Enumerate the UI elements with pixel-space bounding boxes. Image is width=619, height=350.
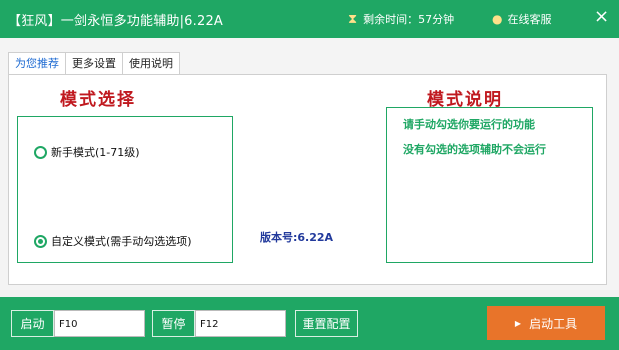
window-title: 【狂风】一剑永恒多功能辅助|6.22A	[8, 14, 224, 29]
close-icon[interactable]: ×	[594, 8, 609, 26]
radio-selected-icon	[34, 234, 47, 248]
main-area: 为您推荐 更多设置 使用说明 模式选择 模式说明 新手模式(1-71级) 自定义…	[0, 38, 619, 290]
chat-icon: ●	[492, 12, 503, 26]
radio-beginner-mode[interactable]: 新手模式(1-71级)	[34, 144, 140, 160]
tab-recommend[interactable]: 为您推荐	[8, 52, 66, 75]
desc-line-1: 请手动勾选你要运行的功能	[403, 118, 535, 131]
mode-select-box: 新手模式(1-71级) 自定义模式(需手动勾选选项)	[17, 116, 233, 263]
radio-custom-mode[interactable]: 自定义模式(需手动勾选选项)	[34, 233, 192, 249]
remaining-time-text: 剩余时间：57分钟	[363, 13, 455, 26]
start-hotkey-label: 启动	[11, 310, 54, 337]
pause-hotkey-input[interactable]: F12	[195, 310, 286, 337]
tab-panel: 模式选择 模式说明 新手模式(1-71级) 自定义模式(需手动勾选选项) 版本号…	[8, 74, 607, 285]
radio-custom-label: 自定义模式(需手动勾选选项)	[51, 235, 192, 248]
tab-instructions[interactable]: 使用说明	[122, 52, 180, 74]
online-service-label: 在线客服	[507, 13, 552, 26]
remaining-time: ⧗ 剩余时间：57分钟	[348, 11, 454, 27]
online-service-link[interactable]: ● 在线客服	[492, 11, 551, 27]
mode-select-title: 模式选择	[60, 90, 136, 110]
pause-hotkey-label: 暂停	[152, 310, 195, 337]
launch-tool-button[interactable]: ▶ 启动工具	[487, 306, 605, 340]
desc-line-2: 没有勾选的选项辅助不会运行	[403, 143, 546, 156]
mode-desc-box: 请手动勾选你要运行的功能 没有勾选的选项辅助不会运行	[386, 107, 593, 263]
hourglass-icon: ⧗	[348, 11, 358, 27]
tab-bar: 为您推荐 更多设置 使用说明	[8, 52, 180, 75]
launch-tool-label: 启动工具	[529, 316, 578, 331]
title-bar: 【狂风】一剑永恒多功能辅助|6.22A ⧗ 剩余时间：57分钟 ● 在线客服 ×	[0, 0, 619, 38]
tab-more-settings[interactable]: 更多设置	[65, 52, 123, 74]
bottom-bar: 启动 F10 暂停 F12 重置配置 ▶ 启动工具	[0, 297, 619, 350]
play-arrow-icon: ▶	[514, 318, 522, 328]
start-hotkey-input[interactable]: F10	[54, 310, 145, 337]
version-label: 版本号:6.22A	[260, 231, 334, 244]
radio-icon	[34, 145, 47, 159]
reset-config-button[interactable]: 重置配置	[295, 310, 358, 337]
radio-beginner-label: 新手模式(1-71级)	[51, 146, 140, 159]
